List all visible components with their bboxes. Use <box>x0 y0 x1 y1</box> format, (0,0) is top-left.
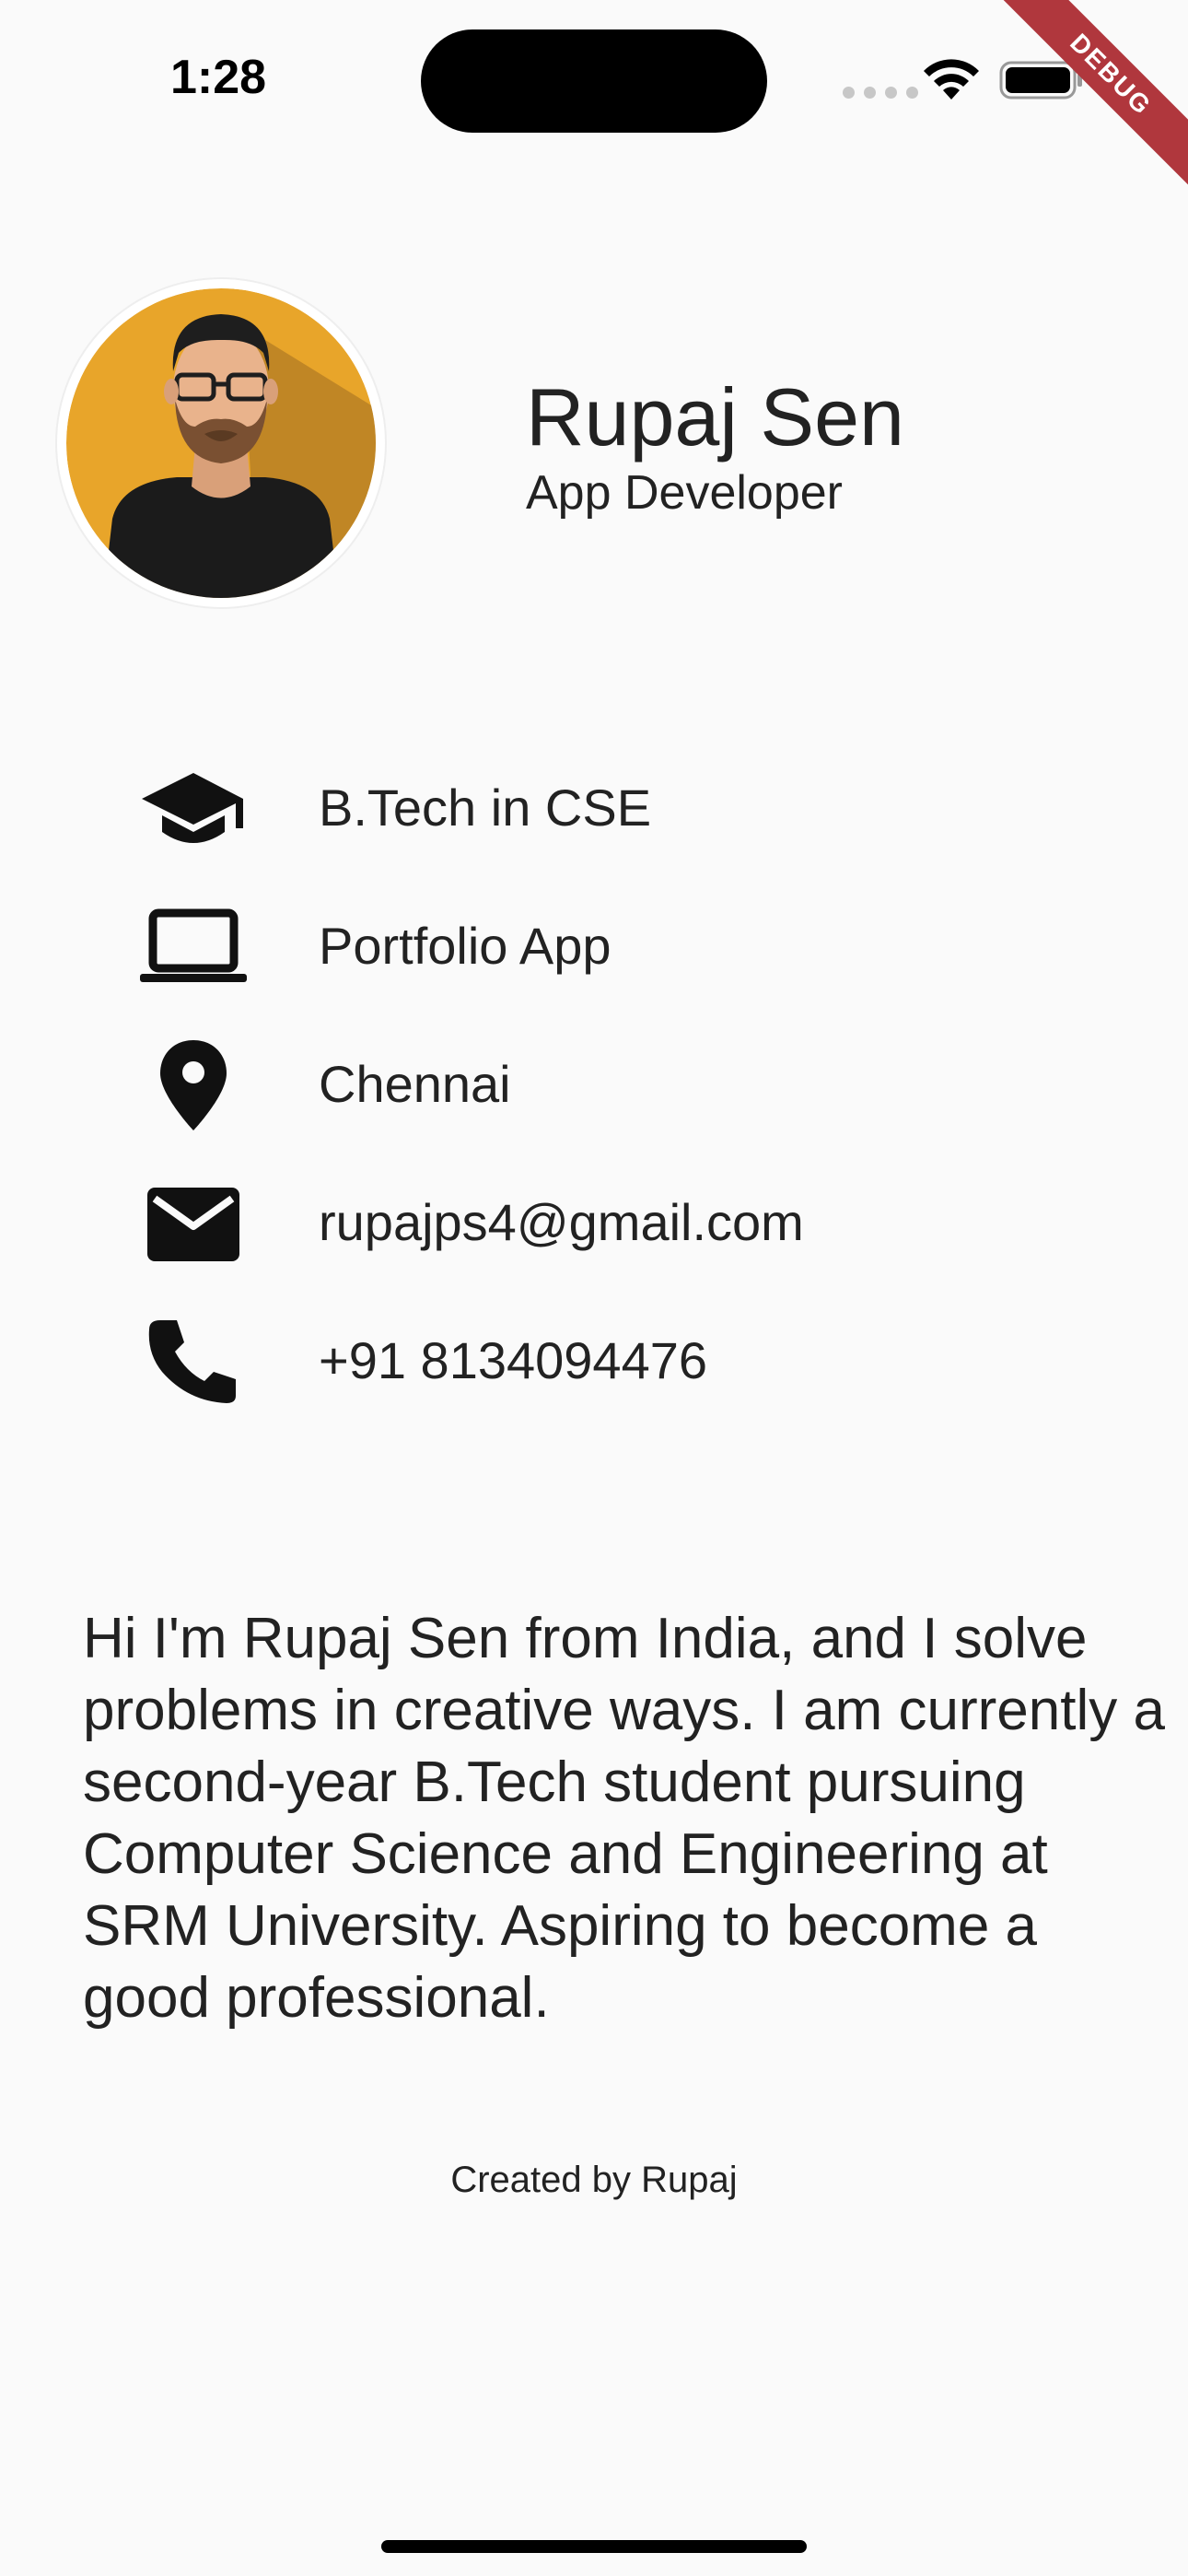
wifi-icon <box>924 59 979 100</box>
list-item-location: Chennai <box>0 1025 1188 1144</box>
footer-credit: Created by Rupaj <box>450 2160 738 2200</box>
home-indicator[interactable] <box>381 2540 807 2553</box>
profile-title: App Developer <box>526 466 843 520</box>
list-item-phone[interactable]: +91 8134094476 <box>0 1301 1188 1421</box>
phone-icon <box>148 1320 236 1403</box>
profile-name: Rupaj Sen <box>526 371 904 463</box>
list-item-education: B.Tech in CSE <box>0 748 1188 868</box>
avatar <box>57 279 385 607</box>
dynamic-island <box>421 29 767 133</box>
status-time: 1:28 <box>170 51 267 104</box>
location-pin-icon <box>160 1040 227 1130</box>
avatar-illustration <box>66 288 376 598</box>
phone-text[interactable]: +91 8134094476 <box>319 1330 707 1390</box>
cellular-signal-icon <box>843 87 918 99</box>
bio-text: Hi I'm Rupaj Sen from India, and I solve… <box>83 1607 1165 2030</box>
project-text: Portfolio App <box>319 917 611 975</box>
location-text: Chennai <box>319 1055 511 1113</box>
laptop-icon <box>140 908 247 982</box>
education-text: B.Tech in CSE <box>319 779 652 837</box>
list-item-project: Portfolio App <box>0 886 1188 1006</box>
email-icon <box>147 1188 239 1261</box>
email-text[interactable]: rupajps4@gmail.com <box>319 1192 804 1252</box>
graduation-cap-icon <box>142 773 243 843</box>
list-item-email[interactable]: rupajps4@gmail.com <box>0 1163 1188 1282</box>
